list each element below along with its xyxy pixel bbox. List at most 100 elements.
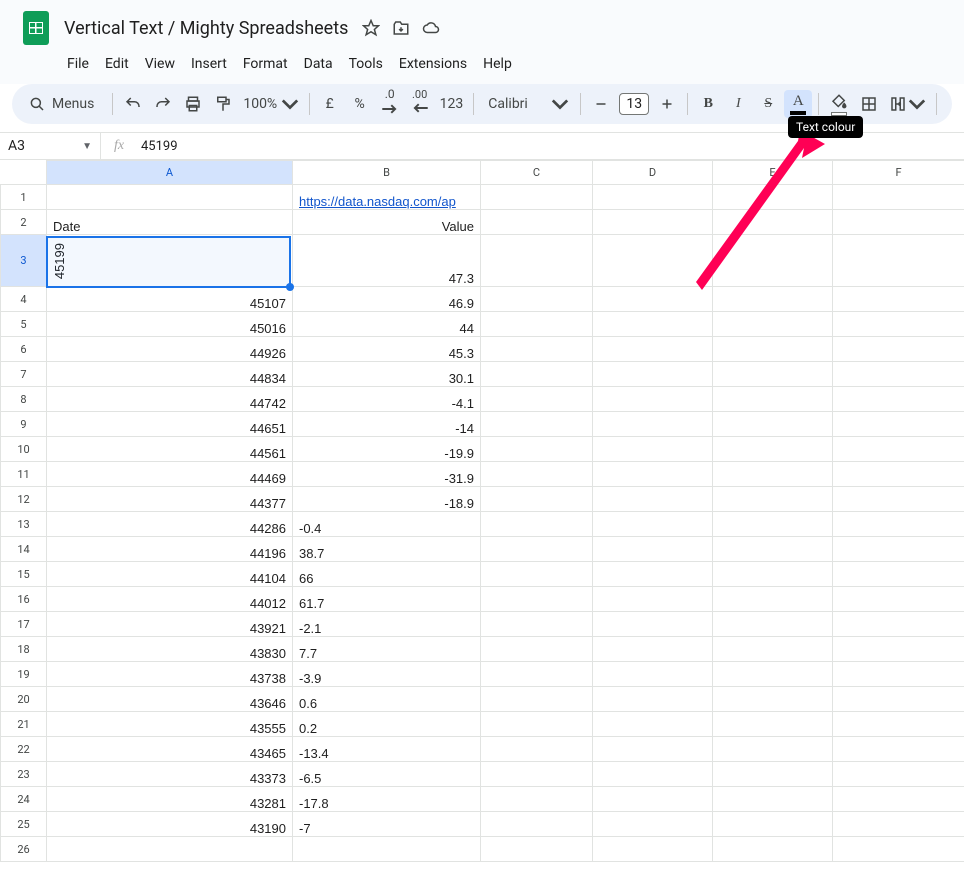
cell-A3[interactable]: 45199 bbox=[47, 235, 293, 287]
select-all-corner[interactable] bbox=[1, 161, 47, 185]
cell-E18[interactable] bbox=[713, 637, 833, 662]
cell-B4[interactable]: 46.9 bbox=[293, 287, 481, 312]
cell-F8[interactable] bbox=[833, 387, 964, 412]
cell-D7[interactable] bbox=[593, 362, 713, 387]
cell-D26[interactable] bbox=[593, 837, 713, 862]
row-header-5[interactable]: 5 bbox=[1, 312, 47, 337]
cell-A25[interactable]: 43190 bbox=[47, 812, 293, 837]
cell-D2[interactable] bbox=[593, 210, 713, 235]
cell-D4[interactable] bbox=[593, 287, 713, 312]
cell-A18[interactable]: 43830 bbox=[47, 637, 293, 662]
cell-A2[interactable]: Date bbox=[47, 210, 293, 235]
column-header-C[interactable]: C bbox=[481, 161, 593, 185]
column-header-A[interactable]: A bbox=[47, 161, 293, 185]
row-header-22[interactable]: 22 bbox=[1, 737, 47, 762]
cell-D18[interactable] bbox=[593, 637, 713, 662]
cell-B15[interactable]: 66 bbox=[293, 562, 481, 587]
formula-input[interactable]: 45199 bbox=[137, 139, 178, 154]
cell-C12[interactable] bbox=[481, 487, 593, 512]
italic-button[interactable]: I bbox=[724, 90, 752, 118]
cell-D5[interactable] bbox=[593, 312, 713, 337]
percent-button[interactable]: % bbox=[346, 90, 374, 118]
spreadsheet-grid[interactable]: ABCDEF 1https://data.nasdaq.com/ap2DateV… bbox=[0, 160, 964, 862]
cell-A1[interactable] bbox=[47, 185, 293, 210]
row-header-21[interactable]: 21 bbox=[1, 712, 47, 737]
row-header-11[interactable]: 11 bbox=[1, 462, 47, 487]
cell-C18[interactable] bbox=[481, 637, 593, 662]
menu-edit[interactable]: Edit bbox=[98, 52, 136, 76]
cell-E12[interactable] bbox=[713, 487, 833, 512]
cell-C1[interactable] bbox=[481, 185, 593, 210]
cell-B9[interactable]: -14 bbox=[293, 412, 481, 437]
cell-B5[interactable]: 44 bbox=[293, 312, 481, 337]
cell-B6[interactable]: 45.3 bbox=[293, 337, 481, 362]
cell-C17[interactable] bbox=[481, 612, 593, 637]
move-icon[interactable] bbox=[392, 19, 410, 37]
cell-A13[interactable]: 44286 bbox=[47, 512, 293, 537]
cell-E6[interactable] bbox=[713, 337, 833, 362]
cell-A23[interactable]: 43373 bbox=[47, 762, 293, 787]
font-size-input[interactable]: 13 bbox=[619, 93, 649, 115]
font-family-arrow[interactable] bbox=[546, 90, 574, 118]
redo-button[interactable] bbox=[149, 90, 177, 118]
borders-button[interactable] bbox=[855, 90, 883, 118]
cloud-status-icon[interactable] bbox=[422, 19, 440, 37]
cell-B19[interactable]: -3.9 bbox=[293, 662, 481, 687]
cell-B14[interactable]: 38.7 bbox=[293, 537, 481, 562]
cell-F16[interactable] bbox=[833, 587, 964, 612]
cell-C24[interactable] bbox=[481, 787, 593, 812]
zoom-dropdown[interactable]: 100% bbox=[239, 90, 302, 118]
menu-data[interactable]: Data bbox=[297, 52, 340, 76]
cell-D19[interactable] bbox=[593, 662, 713, 687]
cell-E16[interactable] bbox=[713, 587, 833, 612]
cell-F9[interactable] bbox=[833, 412, 964, 437]
cell-B24[interactable]: -17.8 bbox=[293, 787, 481, 812]
cell-C16[interactable] bbox=[481, 587, 593, 612]
cell-A5[interactable]: 45016 bbox=[47, 312, 293, 337]
cell-C6[interactable] bbox=[481, 337, 593, 362]
cell-A22[interactable]: 43465 bbox=[47, 737, 293, 762]
row-header-6[interactable]: 6 bbox=[1, 337, 47, 362]
cell-B1[interactable]: https://data.nasdaq.com/ap bbox=[293, 185, 481, 210]
cell-E5[interactable] bbox=[713, 312, 833, 337]
menu-insert[interactable]: Insert bbox=[184, 52, 234, 76]
cell-B18[interactable]: 7.7 bbox=[293, 637, 481, 662]
cell-A14[interactable]: 44196 bbox=[47, 537, 293, 562]
cell-C9[interactable] bbox=[481, 412, 593, 437]
cell-E8[interactable] bbox=[713, 387, 833, 412]
cell-E13[interactable] bbox=[713, 512, 833, 537]
cell-F24[interactable] bbox=[833, 787, 964, 812]
cell-D17[interactable] bbox=[593, 612, 713, 637]
cell-D16[interactable] bbox=[593, 587, 713, 612]
cell-A20[interactable]: 43646 bbox=[47, 687, 293, 712]
row-header-3[interactable]: 3 bbox=[1, 235, 47, 287]
row-header-26[interactable]: 26 bbox=[1, 837, 47, 862]
cell-A7[interactable]: 44834 bbox=[47, 362, 293, 387]
cell-D25[interactable] bbox=[593, 812, 713, 837]
cell-A26[interactable] bbox=[47, 837, 293, 862]
cell-E19[interactable] bbox=[713, 662, 833, 687]
cell-E24[interactable] bbox=[713, 787, 833, 812]
cell-A10[interactable]: 44561 bbox=[47, 437, 293, 462]
cell-E17[interactable] bbox=[713, 612, 833, 637]
row-header-14[interactable]: 14 bbox=[1, 537, 47, 562]
cell-B20[interactable]: 0.6 bbox=[293, 687, 481, 712]
cell-F11[interactable] bbox=[833, 462, 964, 487]
search-menus-button[interactable]: Menus bbox=[20, 89, 106, 119]
cell-F18[interactable] bbox=[833, 637, 964, 662]
cell-B17[interactable]: -2.1 bbox=[293, 612, 481, 637]
menu-help[interactable]: Help bbox=[476, 52, 519, 76]
cell-E14[interactable] bbox=[713, 537, 833, 562]
cell-F4[interactable] bbox=[833, 287, 964, 312]
cell-E7[interactable] bbox=[713, 362, 833, 387]
cell-E11[interactable] bbox=[713, 462, 833, 487]
cell-C19[interactable] bbox=[481, 662, 593, 687]
cell-A12[interactable]: 44377 bbox=[47, 487, 293, 512]
column-header-B[interactable]: B bbox=[293, 161, 481, 185]
cell-B2[interactable]: Value bbox=[293, 210, 481, 235]
cell-B22[interactable]: -13.4 bbox=[293, 737, 481, 762]
cell-C21[interactable] bbox=[481, 712, 593, 737]
cell-E10[interactable] bbox=[713, 437, 833, 462]
cell-E26[interactable] bbox=[713, 837, 833, 862]
row-header-20[interactable]: 20 bbox=[1, 687, 47, 712]
